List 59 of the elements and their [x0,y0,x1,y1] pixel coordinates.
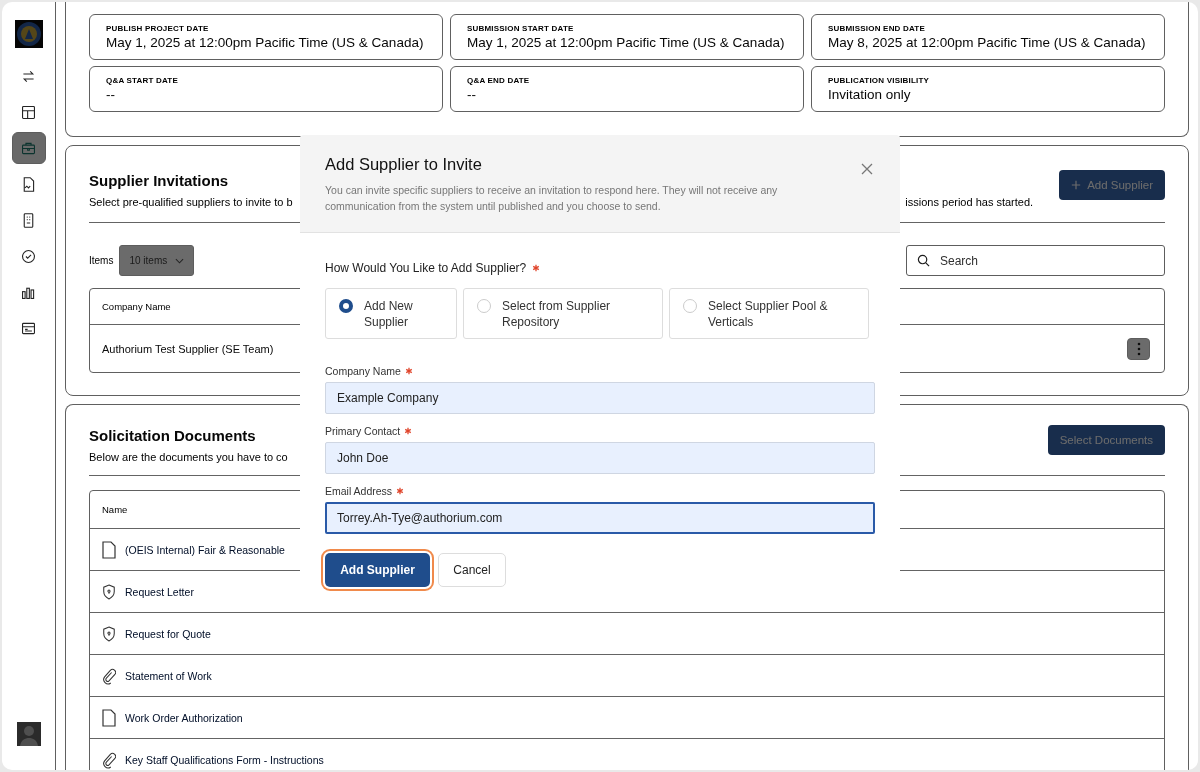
document-link[interactable]: (OEIS Internal) Fair & Reasonable [125,543,285,556]
radio-option[interactable]: Select from Supplier Repository [463,288,663,339]
more-vertical-icon [1136,341,1141,356]
field-label: Company Name [325,365,401,377]
chevron-down-icon [175,257,185,264]
section-description: Below are the documents you have to co [89,451,288,463]
check-circle-icon [20,247,37,265]
document-link[interactable]: Work Order Authorization [125,711,243,724]
search-input[interactable]: Search [938,252,1142,269]
date-label: SUBMISSION START DATE [467,24,575,33]
date-value: May 1, 2025 at 12:00pm Pacific Time (US & Canada) [467,35,786,50]
paperclip-icon [102,750,116,769]
date-label: Q&A END DATE [467,76,531,85]
logo-icon [14,20,43,48]
radio-option[interactable]: Select Supplier Pool & Verticals [669,288,869,339]
date-value: May 1, 2025 at 12:00pm Pacific Time (US & Canada) [106,35,425,50]
close-button[interactable] [859,161,875,177]
date-label: PUBLISH PROJECT DATE [106,24,210,33]
date-label: Q&A START DATE [106,76,179,85]
text-field[interactable]: Torrey.Ah-Tye@authorium.com [325,502,875,534]
date-value: Invitation only [828,87,912,102]
section-description: Select pre-qualified suppliers to invite to b [89,196,293,208]
column-header: Name [102,504,128,515]
document-icon [102,540,116,559]
date-label: PUBLICATION VISIBILITY [828,76,931,85]
more-options-button[interactable] [1127,337,1150,360]
text-field[interactable]: Example Company [325,382,875,414]
radio-option[interactable]: Add New Supplier [325,288,457,339]
question-label: How Would You Like to Add Supplier? [325,261,527,275]
search-icon [917,254,930,267]
field-label: Email Address [325,485,393,497]
document-link[interactable]: Request for Quote [125,627,211,640]
layout-icon [20,103,37,121]
document-link[interactable]: Request Letter [125,585,194,598]
shield-icon [102,582,116,601]
avatar-icon[interactable] [16,722,41,746]
section-description: issions period has started. [905,196,1034,208]
date-label: SUBMISSION END DATE [828,24,926,33]
text-field[interactable]: John Doe [325,442,875,474]
paperclip-icon [102,666,116,685]
table-cell: Authorium Test Supplier (SE Team) [102,342,274,355]
date-value: May 8, 2025 at 12:00pm Pacific Time (US & Canada) [828,35,1147,50]
items-label: Items [89,255,114,266]
date-value: -- [467,87,477,102]
dialog-description: You can invite specific suppliers to receive an invitation to respond here. They will not receive any communication from the system until published and you choose to send. [325,183,779,214]
section-title: Supplier Invitations [89,172,229,189]
cancel-button[interactable]: Cancel [438,553,506,587]
shield-icon [102,624,116,643]
document-link[interactable]: Key Staff Qualifications Form - Instructions [125,753,324,766]
dialog-title: Add Supplier to Invite [325,155,483,174]
document-icon [102,708,116,727]
plus-icon [1071,180,1082,190]
section-title: Solicitation Documents [89,427,256,444]
date-value: -- [106,87,116,102]
sidebar-item[interactable] [11,132,46,164]
field-label: Primary Contact [325,425,401,437]
column-header: Company Name [102,301,171,312]
search-field[interactable]: Search [906,245,1165,276]
document-link[interactable]: Statement of Work [125,669,212,682]
